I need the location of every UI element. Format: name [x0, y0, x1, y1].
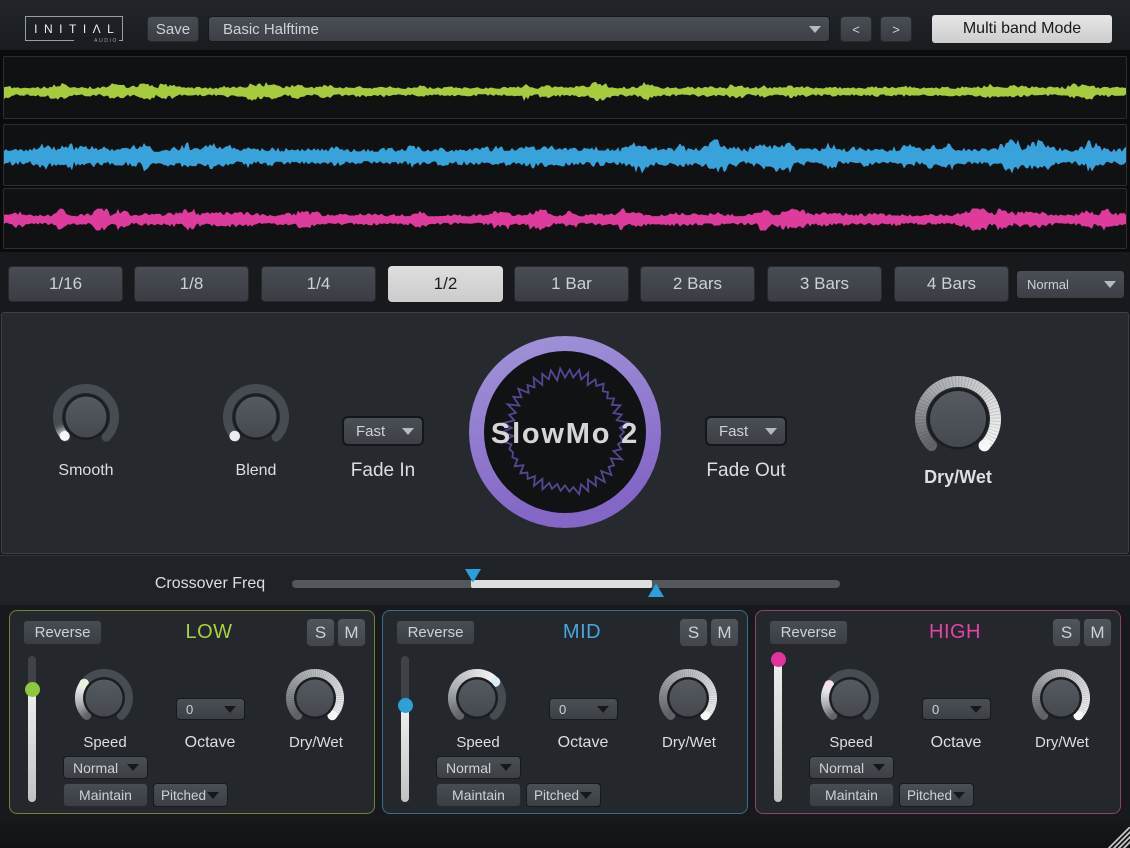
svg-text:SlowMo 2: SlowMo 2 — [491, 418, 639, 450]
